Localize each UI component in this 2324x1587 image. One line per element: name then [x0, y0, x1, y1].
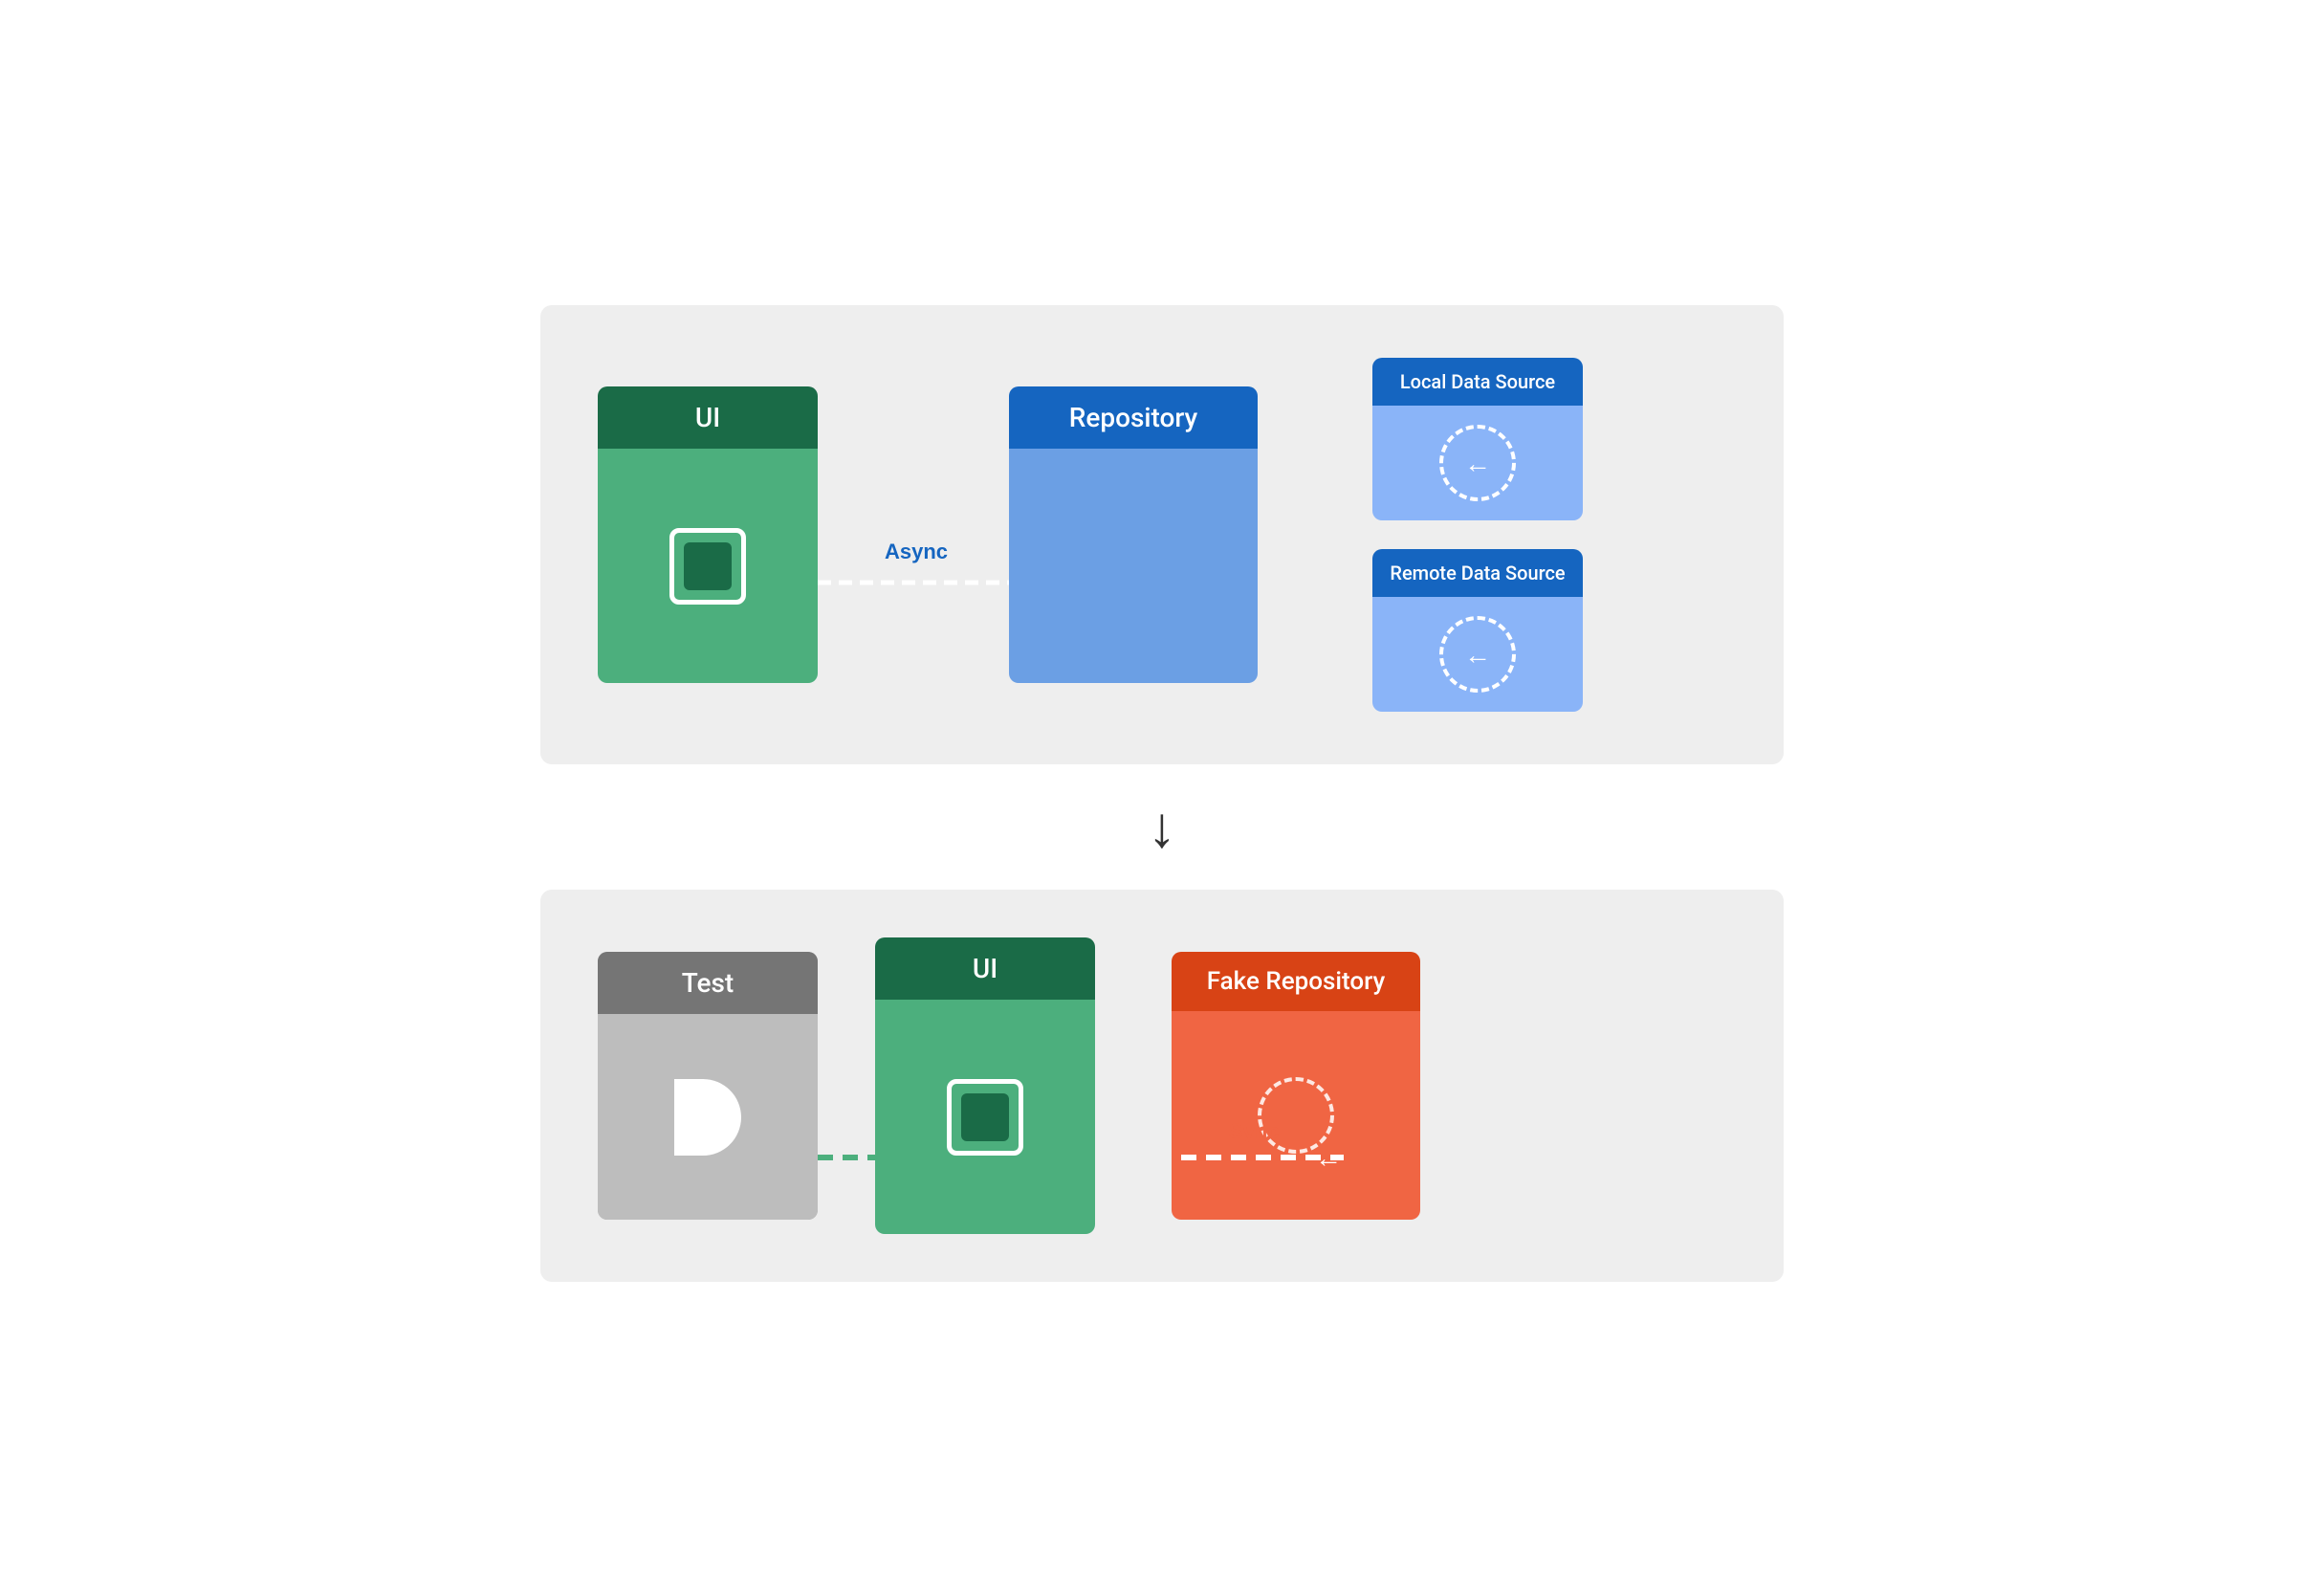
- top-diagram: UI: [540, 305, 1784, 764]
- repo-box-header: Repository: [1009, 386, 1258, 449]
- local-data-source-box: Local Data Source ←: [1372, 358, 1583, 520]
- ui-inner-fill: [684, 542, 732, 590]
- fake-repo-body: [1172, 1011, 1420, 1220]
- local-ds-body: ←: [1372, 406, 1583, 520]
- ui-box-bottom-header: UI: [875, 937, 1095, 1000]
- remote-ds-label: Remote Data Source: [1390, 562, 1565, 584]
- remote-ds-circle: ←: [1439, 616, 1516, 693]
- fake-repo-label: Fake Repository: [1207, 967, 1386, 996]
- top-diagram-inner: UI: [598, 358, 1726, 712]
- ui-inner-square: [669, 528, 746, 605]
- ui-box-top-header: UI: [598, 386, 818, 449]
- ui-box-top-body: [598, 449, 818, 683]
- test-box-header: Test: [598, 952, 818, 1014]
- remote-ds-arrow: ←: [1464, 639, 1491, 671]
- remote-data-source-box: Remote Data Source ←: [1372, 549, 1583, 712]
- fake-repo-box: Fake Repository: [1172, 952, 1420, 1220]
- local-ds-label: Local Data Source: [1400, 370, 1555, 393]
- ui-label-bottom: UI: [973, 953, 998, 984]
- ui-box-top: UI: [598, 386, 818, 683]
- d-shape-icon: [674, 1079, 741, 1156]
- local-ds-arrow: ←: [1464, 448, 1491, 479]
- ui-box-bottom: UI: [875, 937, 1095, 1234]
- test-label: Test: [682, 967, 734, 999]
- bottom-diagram-inner: Test Sync ←: [598, 937, 1726, 1234]
- arrow-down-symbol: ↓: [1148, 793, 1176, 861]
- ui-inner-fill-bottom: [961, 1093, 1009, 1141]
- test-box-body: [598, 1014, 818, 1220]
- repo-box-body: [1009, 449, 1258, 683]
- remote-ds-body: ←: [1372, 597, 1583, 712]
- main-container: UI: [540, 305, 1784, 1282]
- data-sources: Local Data Source ← Remote Data Source: [1372, 358, 1583, 712]
- ui-label-top: UI: [695, 402, 720, 433]
- fake-repo-circle: [1258, 1077, 1334, 1154]
- repo-label: Repository: [1069, 402, 1198, 433]
- test-box: Test: [598, 952, 818, 1220]
- bottom-diagram: Test Sync ←: [540, 890, 1784, 1282]
- local-ds-circle: ←: [1439, 425, 1516, 501]
- svg-text:Async: Async: [885, 540, 948, 563]
- down-arrow: ↓: [1148, 764, 1176, 890]
- repo-box: Repository: [1009, 386, 1258, 683]
- ui-box-bottom-body: [875, 1000, 1095, 1234]
- remote-ds-header: Remote Data Source: [1372, 549, 1583, 597]
- fake-repo-header: Fake Repository: [1172, 952, 1420, 1011]
- ui-inner-square-bottom: [947, 1079, 1023, 1156]
- local-ds-header: Local Data Source: [1372, 358, 1583, 406]
